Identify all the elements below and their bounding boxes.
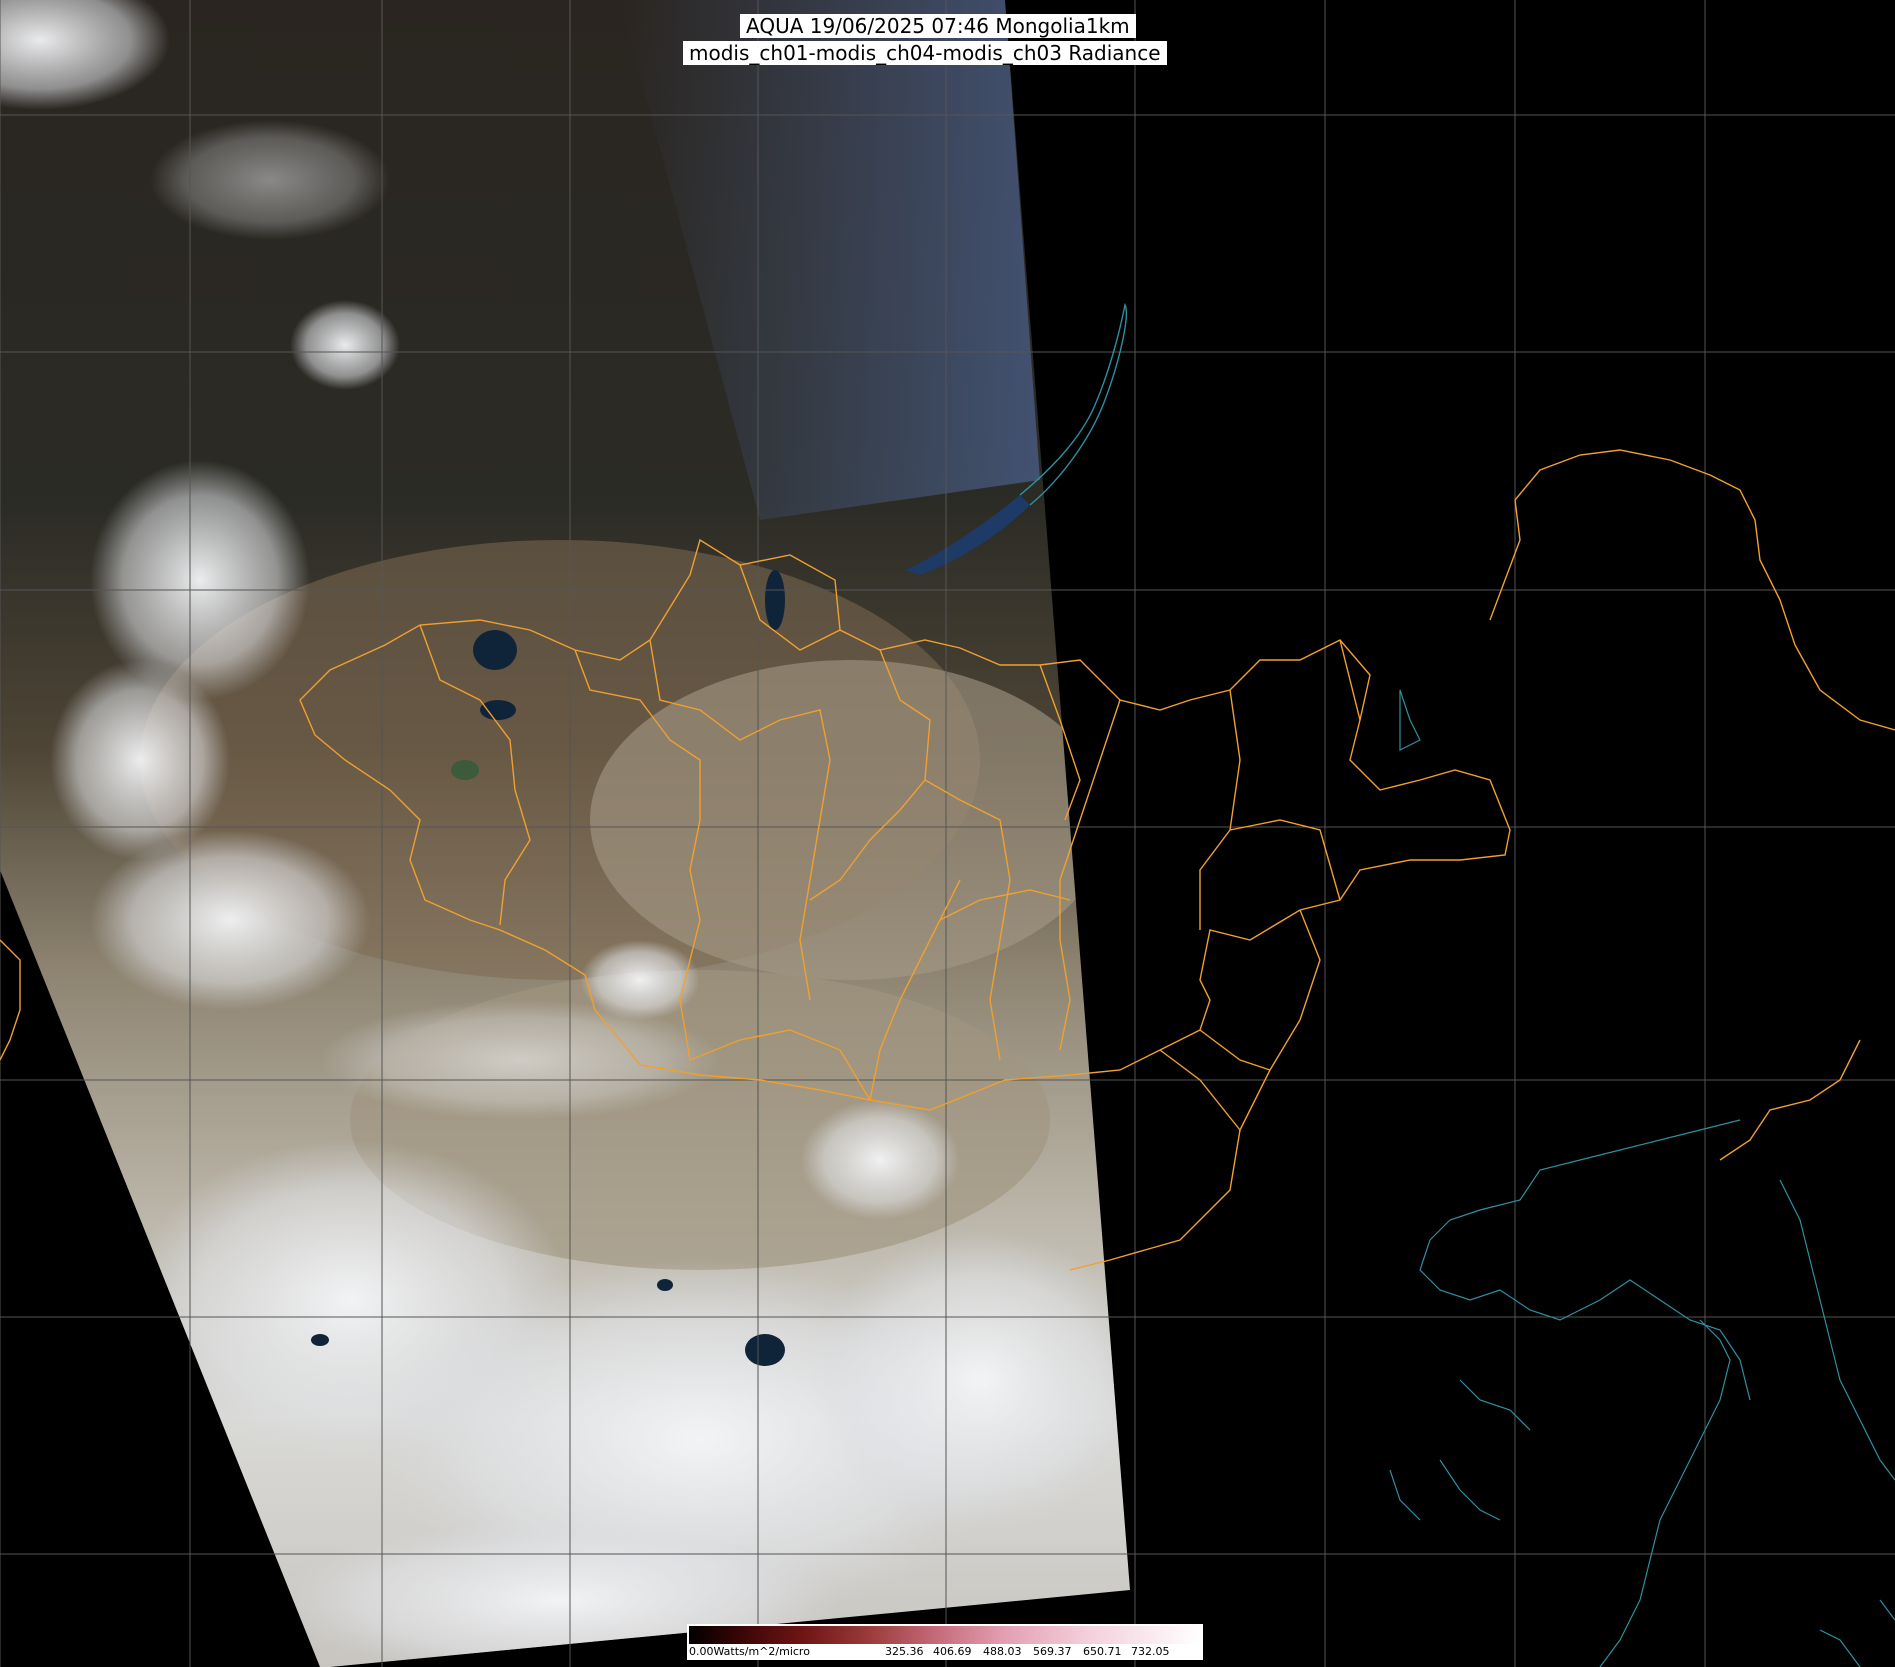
satellite-image-viewer: AQUA 19/06/2025 07:46 Mongolia1km modis_… [0,0,1895,1667]
colorbar-labels: 0.00Watts/m^2/micro 325.36 406.69 488.03… [687,1645,1203,1659]
colorbar-label: 406.69 [933,1645,972,1658]
image-title: AQUA 19/06/2025 07:46 Mongolia1km [740,14,1136,38]
colorbar-label: 650.71 [1083,1645,1122,1658]
satellite-map [0,0,1895,1667]
colorbar: 0.00Watts/m^2/micro 325.36 406.69 488.03… [687,1624,1203,1660]
colorbar-label: 488.03 [983,1645,1022,1658]
colorbar-label: 325.36 [885,1645,924,1658]
image-subtitle: modis_ch01-modis_ch04-modis_ch03 Radianc… [683,41,1167,65]
colorbar-gradient [689,1626,1201,1644]
colorbar-label: 732.05 [1131,1645,1170,1658]
colorbar-label: 0.00Watts/m^2/micro [689,1645,810,1658]
colorbar-label: 569.37 [1033,1645,1072,1658]
